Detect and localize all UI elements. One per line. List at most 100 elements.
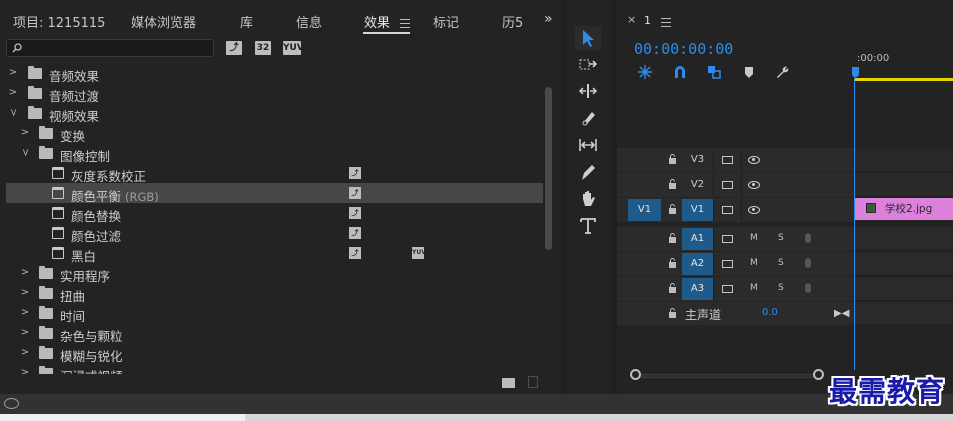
track-target-a2[interactable]: A2 [682, 253, 713, 275]
track-header-a3[interactable]: A3 M S [617, 277, 854, 301]
tree-folder-video-effects[interactable]: > 视频效果 [6, 103, 543, 124]
tab-libraries[interactable]: 库 [240, 12, 253, 31]
sync-lock-button[interactable] [713, 228, 739, 250]
playhead-timecode[interactable]: 00:00:00:00 [634, 40, 733, 58]
sequence-tab[interactable]: × 1 [617, 8, 953, 32]
mute-button[interactable]: M [750, 258, 758, 268]
type-tool-button[interactable] [575, 214, 601, 238]
sync-lock-button[interactable] [713, 174, 739, 196]
lock-icon[interactable] [668, 308, 677, 318]
pen-tool-button[interactable] [575, 160, 601, 184]
effects-search-input[interactable] [6, 39, 214, 57]
tree-folder-audio-effects[interactable]: > 音频效果 [6, 63, 543, 84]
chevron-right-icon[interactable]: > [20, 347, 30, 358]
track-lane-v2[interactable] [855, 173, 953, 197]
solo-button[interactable]: S [778, 258, 784, 268]
selection-tool-button[interactable] [575, 26, 601, 50]
lock-icon[interactable] [668, 204, 677, 214]
nest-toggle-icon[interactable] [637, 64, 653, 80]
timeline-clip[interactable]: 学校2.jpg [855, 198, 953, 220]
wrench-settings-icon[interactable] [774, 64, 790, 80]
tree-effect-black-white[interactable]: 黑白 ⤴ YUV [6, 243, 543, 264]
tab-markers[interactable]: 标记 [433, 12, 459, 31]
track-target-v2[interactable]: V2 [682, 174, 713, 196]
tree-folder-distort[interactable]: > 扭曲 [6, 283, 543, 304]
trash-icon[interactable] [528, 376, 538, 388]
track-lane-master[interactable] [855, 302, 953, 325]
mute-button[interactable]: M [750, 233, 758, 243]
close-icon[interactable]: × [627, 13, 636, 26]
voice-over-mic-icon[interactable] [805, 258, 811, 268]
tab-project[interactable]: 项目: 1215115 [13, 12, 105, 31]
chevron-right-icon[interactable]: > [20, 267, 30, 278]
tab-history[interactable]: 历5 [502, 12, 523, 31]
panel-menu-icon[interactable] [400, 19, 410, 28]
mute-button[interactable]: M [750, 283, 758, 293]
track-lane-a1[interactable] [855, 227, 953, 251]
sync-lock-button[interactable] [713, 199, 739, 221]
razor-tool-button[interactable] [575, 106, 601, 130]
chevron-right-icon[interactable]: > [20, 127, 30, 138]
lock-icon[interactable] [668, 154, 677, 164]
add-marker-icon[interactable] [741, 64, 757, 80]
chevron-right-icon[interactable]: > [20, 367, 30, 374]
32bit-filter-button[interactable]: 32 [255, 41, 271, 55]
overflow-chevron-icon[interactable]: » [544, 11, 552, 27]
new-bin-icon[interactable] [502, 378, 515, 388]
tree-effect-color-balance-rgb[interactable]: 颜色平衡 (RGB) ⤴ [6, 183, 543, 204]
chevron-down-icon[interactable]: > [20, 148, 31, 158]
tab-effects[interactable]: 效果 [364, 12, 390, 31]
toggle-output-button[interactable] [741, 174, 767, 196]
chevron-right-icon[interactable]: > [20, 287, 30, 298]
tree-effect-color-pass[interactable]: 颜色过滤 ⤴ [6, 223, 543, 244]
tree-effect-change-to-color[interactable]: 颜色替换 ⤴ [6, 203, 543, 224]
work-area-bar[interactable] [855, 78, 953, 81]
track-lane-v3[interactable] [855, 148, 953, 172]
chevron-right-icon[interactable]: > [20, 327, 30, 338]
tree-folder-utility[interactable]: > 实用程序 [6, 263, 543, 284]
lock-icon[interactable] [668, 283, 677, 293]
effects-scrollbar[interactable] [543, 63, 554, 374]
toggle-output-button[interactable] [741, 199, 767, 221]
voice-over-mic-icon[interactable] [805, 233, 811, 243]
status-indicator-icon[interactable] [4, 398, 19, 409]
accelerated-effects-filter-icon[interactable]: ⤴ [226, 41, 242, 55]
tree-folder-noise-grain[interactable]: > 杂色与颗粒 [6, 323, 543, 344]
track-target-v3[interactable]: V3 [682, 149, 713, 171]
master-track-header[interactable]: 主声道 0.0 ▶◀ [617, 302, 854, 325]
track-header-v1[interactable]: V1 V1 [617, 198, 854, 222]
zoom-handle-right[interactable] [813, 369, 824, 380]
tree-folder-audio-transitions[interactable]: > 音频过渡 [6, 83, 543, 104]
chevron-right-icon[interactable]: > [20, 307, 30, 318]
voice-over-mic-icon[interactable] [805, 283, 811, 293]
timeline-zoom-scrollbar[interactable] [637, 374, 823, 378]
track-header-v3[interactable]: V3 [617, 148, 854, 172]
master-volume-value[interactable]: 0.0 [762, 307, 778, 318]
chevron-right-icon[interactable]: > [8, 67, 18, 78]
sync-lock-button[interactable] [713, 149, 739, 171]
track-target-a3[interactable]: A3 [682, 278, 713, 300]
slip-tool-button[interactable] [575, 133, 601, 157]
sync-lock-button[interactable] [713, 253, 739, 275]
solo-button[interactable]: S [778, 283, 784, 293]
lock-icon[interactable] [668, 258, 677, 268]
toggle-output-button[interactable] [741, 149, 767, 171]
track-select-tool-button[interactable] [575, 53, 601, 77]
tree-folder-immersive-video[interactable]: > 沉浸式视频 [6, 363, 543, 374]
tree-effect-gamma-correction[interactable]: 灰度系数校正 ⤴ [6, 163, 543, 184]
hand-tool-button[interactable] [575, 187, 601, 211]
chevron-down-icon[interactable]: > [8, 108, 19, 118]
track-target-v1[interactable]: V1 [682, 199, 713, 221]
tree-folder-blur-sharpen[interactable]: > 模糊与锐化 [6, 343, 543, 364]
sync-lock-button[interactable] [713, 278, 739, 300]
chevron-right-icon[interactable]: > [8, 87, 18, 98]
track-header-a2[interactable]: A2 M S [617, 252, 854, 276]
playhead-line[interactable] [854, 76, 855, 370]
track-lane-a3[interactable] [855, 277, 953, 301]
lock-icon[interactable] [668, 179, 677, 189]
tab-media-browser[interactable]: 媒体浏览器 [131, 12, 196, 31]
tab-info[interactable]: 信息 [296, 12, 322, 31]
linked-selection-icon[interactable] [706, 64, 722, 80]
track-header-v2[interactable]: V2 [617, 173, 854, 197]
track-lane-a2[interactable] [855, 252, 953, 276]
